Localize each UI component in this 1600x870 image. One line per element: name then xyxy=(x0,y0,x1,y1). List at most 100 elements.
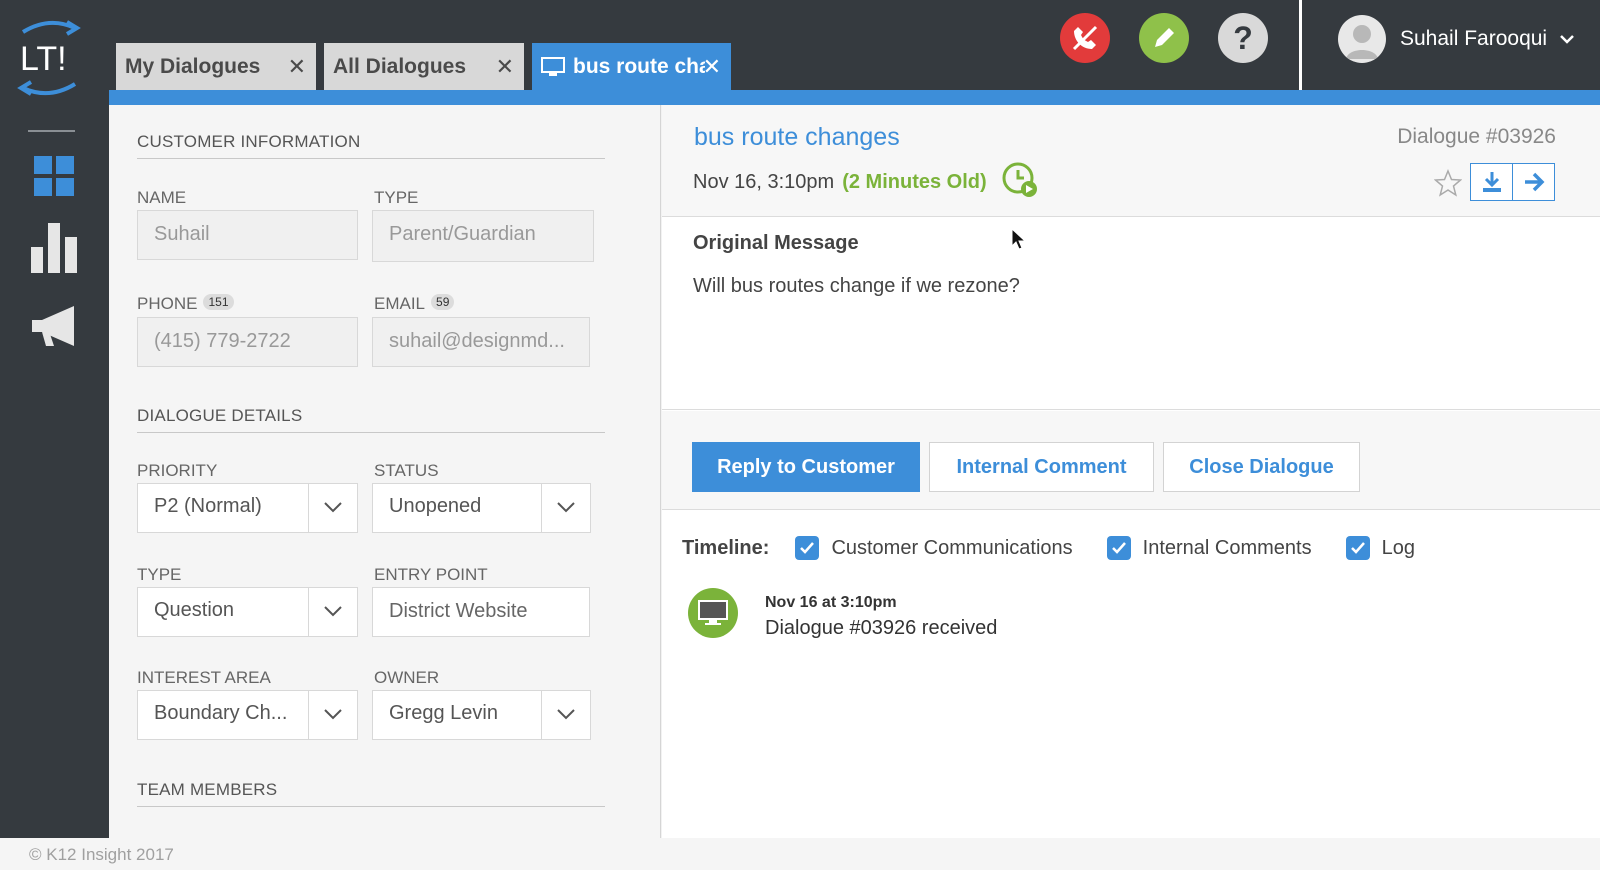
interest-area-value: Boundary Ch... xyxy=(154,702,288,724)
status-label: STATUS xyxy=(374,461,439,480)
tab-label: My Dialogues xyxy=(125,54,261,78)
entry-point-field[interactable]: District Website xyxy=(372,587,590,637)
close-icon[interactable]: ✕ xyxy=(496,54,514,80)
interest-area-label: INTEREST AREA xyxy=(137,668,271,687)
owner-value: Gregg Levin xyxy=(389,702,498,724)
customer-info-title: CUSTOMER INFORMATION xyxy=(137,132,605,159)
timeline-event-icon xyxy=(688,588,738,638)
star-icon[interactable] xyxy=(1434,169,1462,197)
timeline-label: Timeline: xyxy=(682,536,770,559)
customer-panel: CUSTOMER INFORMATION NAME TYPE Suhail Pa… xyxy=(109,105,661,838)
dialogue-details-title: DIALOGUE DETAILS xyxy=(137,406,605,433)
sidebar: LT! xyxy=(0,0,109,838)
tab-bus-route-changes[interactable]: bus route changes ✕ xyxy=(532,43,731,90)
bar-chart-icon xyxy=(31,223,77,273)
cursor-icon xyxy=(1011,228,1027,250)
checkbox-checked-icon xyxy=(1106,536,1131,560)
priority-select[interactable]: P2 (Normal) xyxy=(137,483,358,533)
phone-field[interactable]: (415) 779-2722 xyxy=(137,317,358,367)
arrow-right-icon xyxy=(1524,172,1544,192)
pencil-icon xyxy=(1155,28,1174,47)
type-select[interactable]: Question xyxy=(137,587,358,637)
sidebar-item-reports[interactable] xyxy=(28,222,80,274)
user-separator xyxy=(1299,0,1302,90)
timeline-event-text: Dialogue #03926 received xyxy=(765,617,998,639)
checkbox-checked-icon xyxy=(795,536,820,560)
tab-all-dialogues[interactable]: All Dialogues ✕ xyxy=(324,43,524,90)
close-icon[interactable]: ✕ xyxy=(288,54,306,80)
svg-text:LT!: LT! xyxy=(20,40,67,78)
dialogue-age: (2 Minutes Old) xyxy=(842,171,987,193)
logo[interactable]: LT! xyxy=(17,18,81,98)
sidebar-item-dashboard[interactable] xyxy=(28,150,80,202)
owner-select[interactable]: Gregg Levin xyxy=(372,690,591,740)
timeline-filters: Timeline: Customer Communications Intern… xyxy=(682,533,1449,563)
interest-area-select[interactable]: Boundary Ch... xyxy=(137,690,358,740)
filter-customer-communications[interactable]: Customer Communications xyxy=(795,536,1073,560)
chevron-down-icon xyxy=(324,502,342,513)
footer: © K12 Insight 2017 xyxy=(0,838,1600,870)
original-message-text: Will bus routes change if we rezone? xyxy=(693,275,1020,297)
app-root: LT! My Dialogues ✕ All Dialogues ✕ bus r… xyxy=(0,0,1600,870)
forward-button[interactable] xyxy=(1512,163,1555,201)
action-bar: Reply to Customer Internal Comment Close… xyxy=(662,411,1600,510)
customer-type-field[interactable]: Parent/Guardian xyxy=(372,210,594,262)
tab-strip-underline xyxy=(109,90,1600,105)
chevron-down-icon xyxy=(324,709,342,720)
sidebar-divider xyxy=(28,130,75,132)
checkbox-checked-icon xyxy=(1345,536,1370,560)
dialogue-panel: bus route changes Nov 16, 3:10pm (2 Minut… xyxy=(662,105,1600,838)
question-icon: ? xyxy=(1233,19,1253,56)
email-field[interactable]: suhail@designmd... xyxy=(372,317,590,367)
megaphone-icon xyxy=(32,306,74,346)
filter-label: Log xyxy=(1381,536,1415,559)
tab-label: bus route changes xyxy=(573,54,705,78)
name-label: NAME xyxy=(137,188,187,207)
chevron-down-icon xyxy=(557,709,575,720)
sidebar-item-announcements[interactable] xyxy=(28,300,80,352)
type-value: Question xyxy=(154,599,235,621)
avatar-icon xyxy=(1338,15,1386,63)
dialogue-header: bus route changes Nov 16, 3:10pm (2 Minut… xyxy=(662,105,1600,217)
user-name: Suhail Farooqui xyxy=(1400,27,1548,50)
hangup-button[interactable] xyxy=(1060,13,1110,63)
filter-log[interactable]: Log xyxy=(1345,536,1415,560)
user-menu[interactable]: Suhail Farooqui xyxy=(1338,15,1575,63)
internal-comment-button[interactable]: Internal Comment xyxy=(929,442,1154,492)
close-icon[interactable]: ✕ xyxy=(703,54,721,80)
dialogue-title: bus route changes xyxy=(694,123,900,151)
tab-label: All Dialogues xyxy=(333,54,467,78)
chevron-down-icon xyxy=(1560,35,1574,44)
reply-to-customer-button[interactable]: Reply to Customer xyxy=(692,442,920,492)
type-label: TYPE xyxy=(137,565,182,584)
monitor-icon xyxy=(698,600,728,625)
timeline-event-time: Nov 16 at 3:10pm xyxy=(765,594,897,611)
name-field[interactable]: Suhail xyxy=(137,210,358,260)
download-button[interactable] xyxy=(1470,163,1513,201)
tab-my-dialogues[interactable]: My Dialogues ✕ xyxy=(116,43,316,90)
copyright: © K12 Insight 2017 xyxy=(29,845,174,864)
email-label: EMAIL 59 xyxy=(374,294,455,314)
priority-value: P2 (Normal) xyxy=(154,495,262,517)
filter-internal-comments[interactable]: Internal Comments xyxy=(1106,536,1312,560)
original-message-title: Original Message xyxy=(693,232,859,254)
team-members-title: TEAM MEMBERS xyxy=(137,780,605,807)
status-value: Unopened xyxy=(389,495,482,517)
phone-count-badge: 151 xyxy=(203,294,234,310)
phone-label: PHONE 151 xyxy=(137,294,234,314)
dialogue-date: Nov 16, 3:10pm (2 Minutes Old) xyxy=(693,162,1038,198)
chevron-down-icon xyxy=(324,606,342,617)
email-count-badge: 59 xyxy=(431,294,455,310)
original-message: Original Message Will bus routes change … xyxy=(662,218,1600,410)
customer-type-label: TYPE xyxy=(374,188,419,207)
filter-label: Internal Comments xyxy=(1142,536,1312,559)
clock-play-icon[interactable] xyxy=(1002,162,1038,198)
phone-hangup-icon xyxy=(1072,25,1098,51)
status-select[interactable]: Unopened xyxy=(372,483,591,533)
chevron-down-icon xyxy=(557,502,575,513)
edit-button[interactable] xyxy=(1139,13,1189,63)
close-dialogue-button[interactable]: Close Dialogue xyxy=(1163,442,1360,492)
download-icon xyxy=(1482,172,1501,192)
help-button[interactable]: ? xyxy=(1218,13,1268,63)
dialogue-number: Dialogue #03926 xyxy=(1397,125,1556,148)
